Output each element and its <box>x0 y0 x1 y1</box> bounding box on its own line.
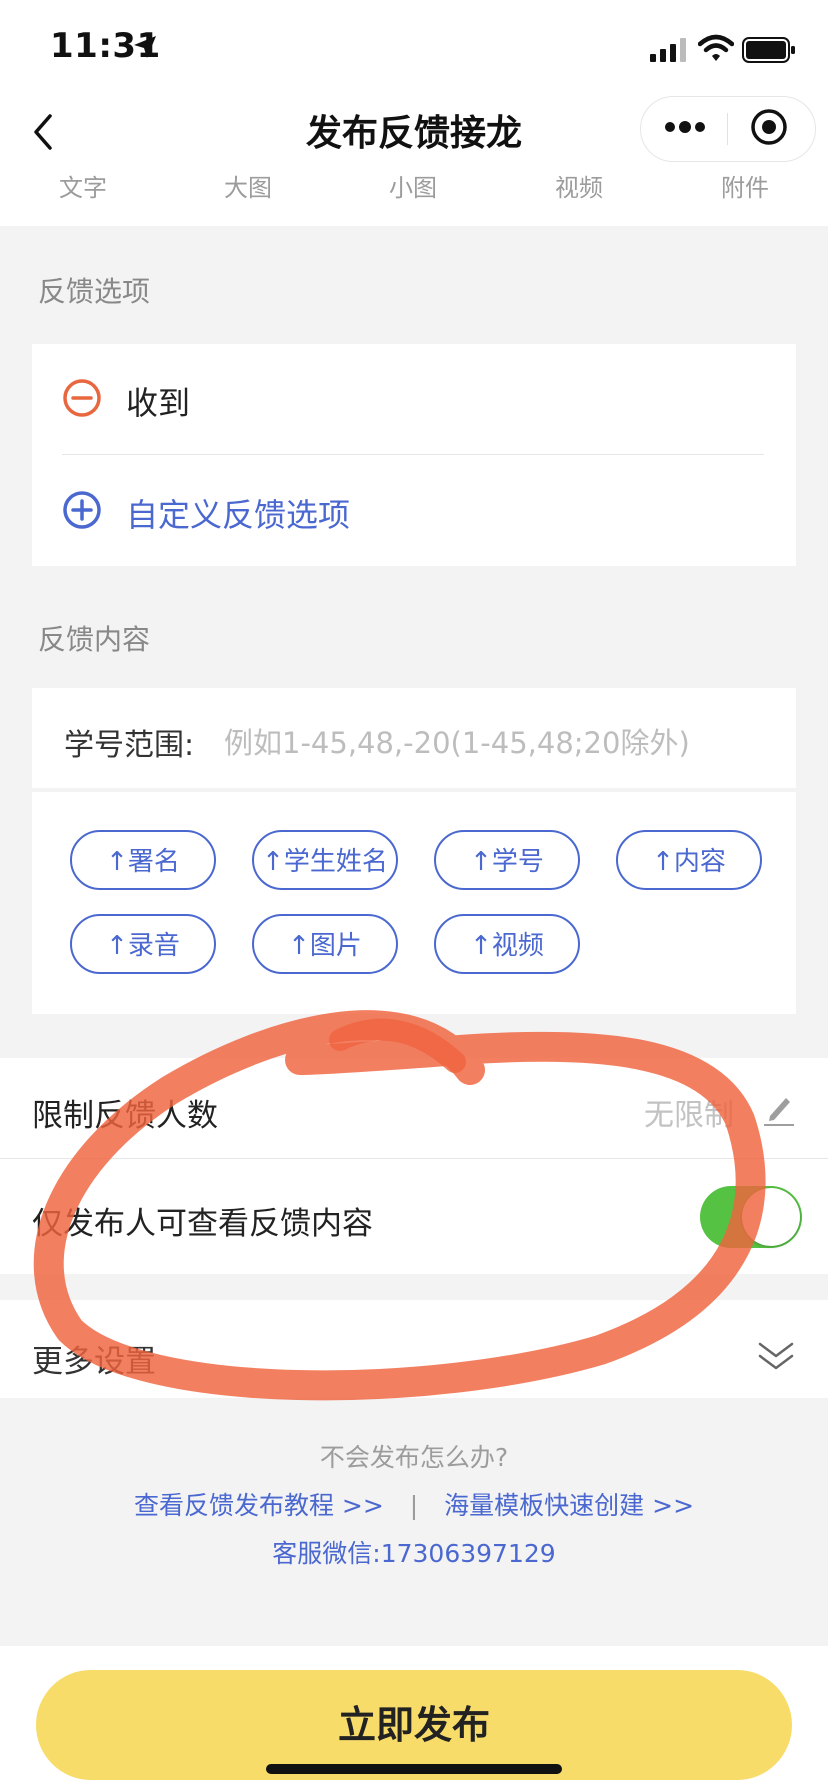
chip-video[interactable]: ↑视频 <box>434 914 580 974</box>
limit-feedback-label: 限制反馈人数 <box>32 1098 218 1134</box>
tab-small-image[interactable]: 小图 <box>353 168 473 203</box>
feedback-options-title: 反馈选项 <box>38 275 151 308</box>
location-arrow-icon <box>134 36 156 58</box>
link-separator: | <box>409 1491 419 1520</box>
wifi-icon <box>698 34 734 61</box>
divider <box>62 454 764 455</box>
tab-large-image[interactable]: 大图 <box>188 168 308 203</box>
add-circle-icon[interactable] <box>62 490 102 530</box>
feedback-option-label[interactable]: 收到 <box>126 378 190 424</box>
id-range-label: 学号范围: <box>64 728 195 763</box>
chip-signature[interactable]: ↑署名 <box>70 830 216 890</box>
help-links: 查看反馈发布教程 >> | 海量模板快速创建 >> <box>0 1486 828 1522</box>
more-settings-label[interactable]: 更多设置 <box>32 1336 156 1381</box>
field-chips-card <box>32 792 796 1014</box>
customer-service-wechat[interactable]: 客服微信:17306397129 <box>0 1534 828 1570</box>
close-target-icon[interactable] <box>750 108 788 146</box>
template-link[interactable]: 海量模板快速创建 >> <box>444 1491 694 1520</box>
private-view-label: 仅发布人可查看反馈内容 <box>32 1206 373 1242</box>
tutorial-link[interactable]: 查看反馈发布教程 >> <box>134 1491 384 1520</box>
toggle-knob <box>742 1188 800 1246</box>
limit-value[interactable]: 无限制 <box>644 1090 734 1134</box>
battery-icon <box>742 37 795 63</box>
cellular-signal-icon <box>650 38 686 62</box>
content-type-tabs: 文字 大图 小图 视频 附件 <box>0 168 828 224</box>
remove-circle-icon[interactable] <box>62 378 102 418</box>
feedback-content-title: 反馈内容 <box>38 623 151 656</box>
chip-content[interactable]: ↑内容 <box>616 830 762 890</box>
chip-student-name[interactable]: ↑学生姓名 <box>252 830 398 890</box>
chip-audio[interactable]: ↑录音 <box>70 914 216 974</box>
tab-attachment[interactable]: 附件 <box>685 168 805 203</box>
more-dots-icon[interactable] <box>660 112 710 142</box>
double-chevron-down-icon[interactable] <box>756 1338 796 1374</box>
tab-text[interactable]: 文字 <box>23 168 143 203</box>
tab-video[interactable]: 视频 <box>519 168 639 203</box>
home-indicator <box>266 1764 562 1774</box>
private-view-toggle[interactable] <box>700 1186 802 1248</box>
help-question: 不会发布怎么办? <box>319 1443 509 1472</box>
chip-image[interactable]: ↑图片 <box>252 914 398 974</box>
id-range-input[interactable]: 例如1-45,48,-20(1-45,48;20除外) <box>224 720 690 762</box>
add-custom-option-button[interactable]: 自定义反馈选项 <box>126 490 350 536</box>
divider <box>0 1158 828 1159</box>
chip-student-id[interactable]: ↑学号 <box>434 830 580 890</box>
edit-pencil-icon[interactable] <box>760 1090 798 1128</box>
